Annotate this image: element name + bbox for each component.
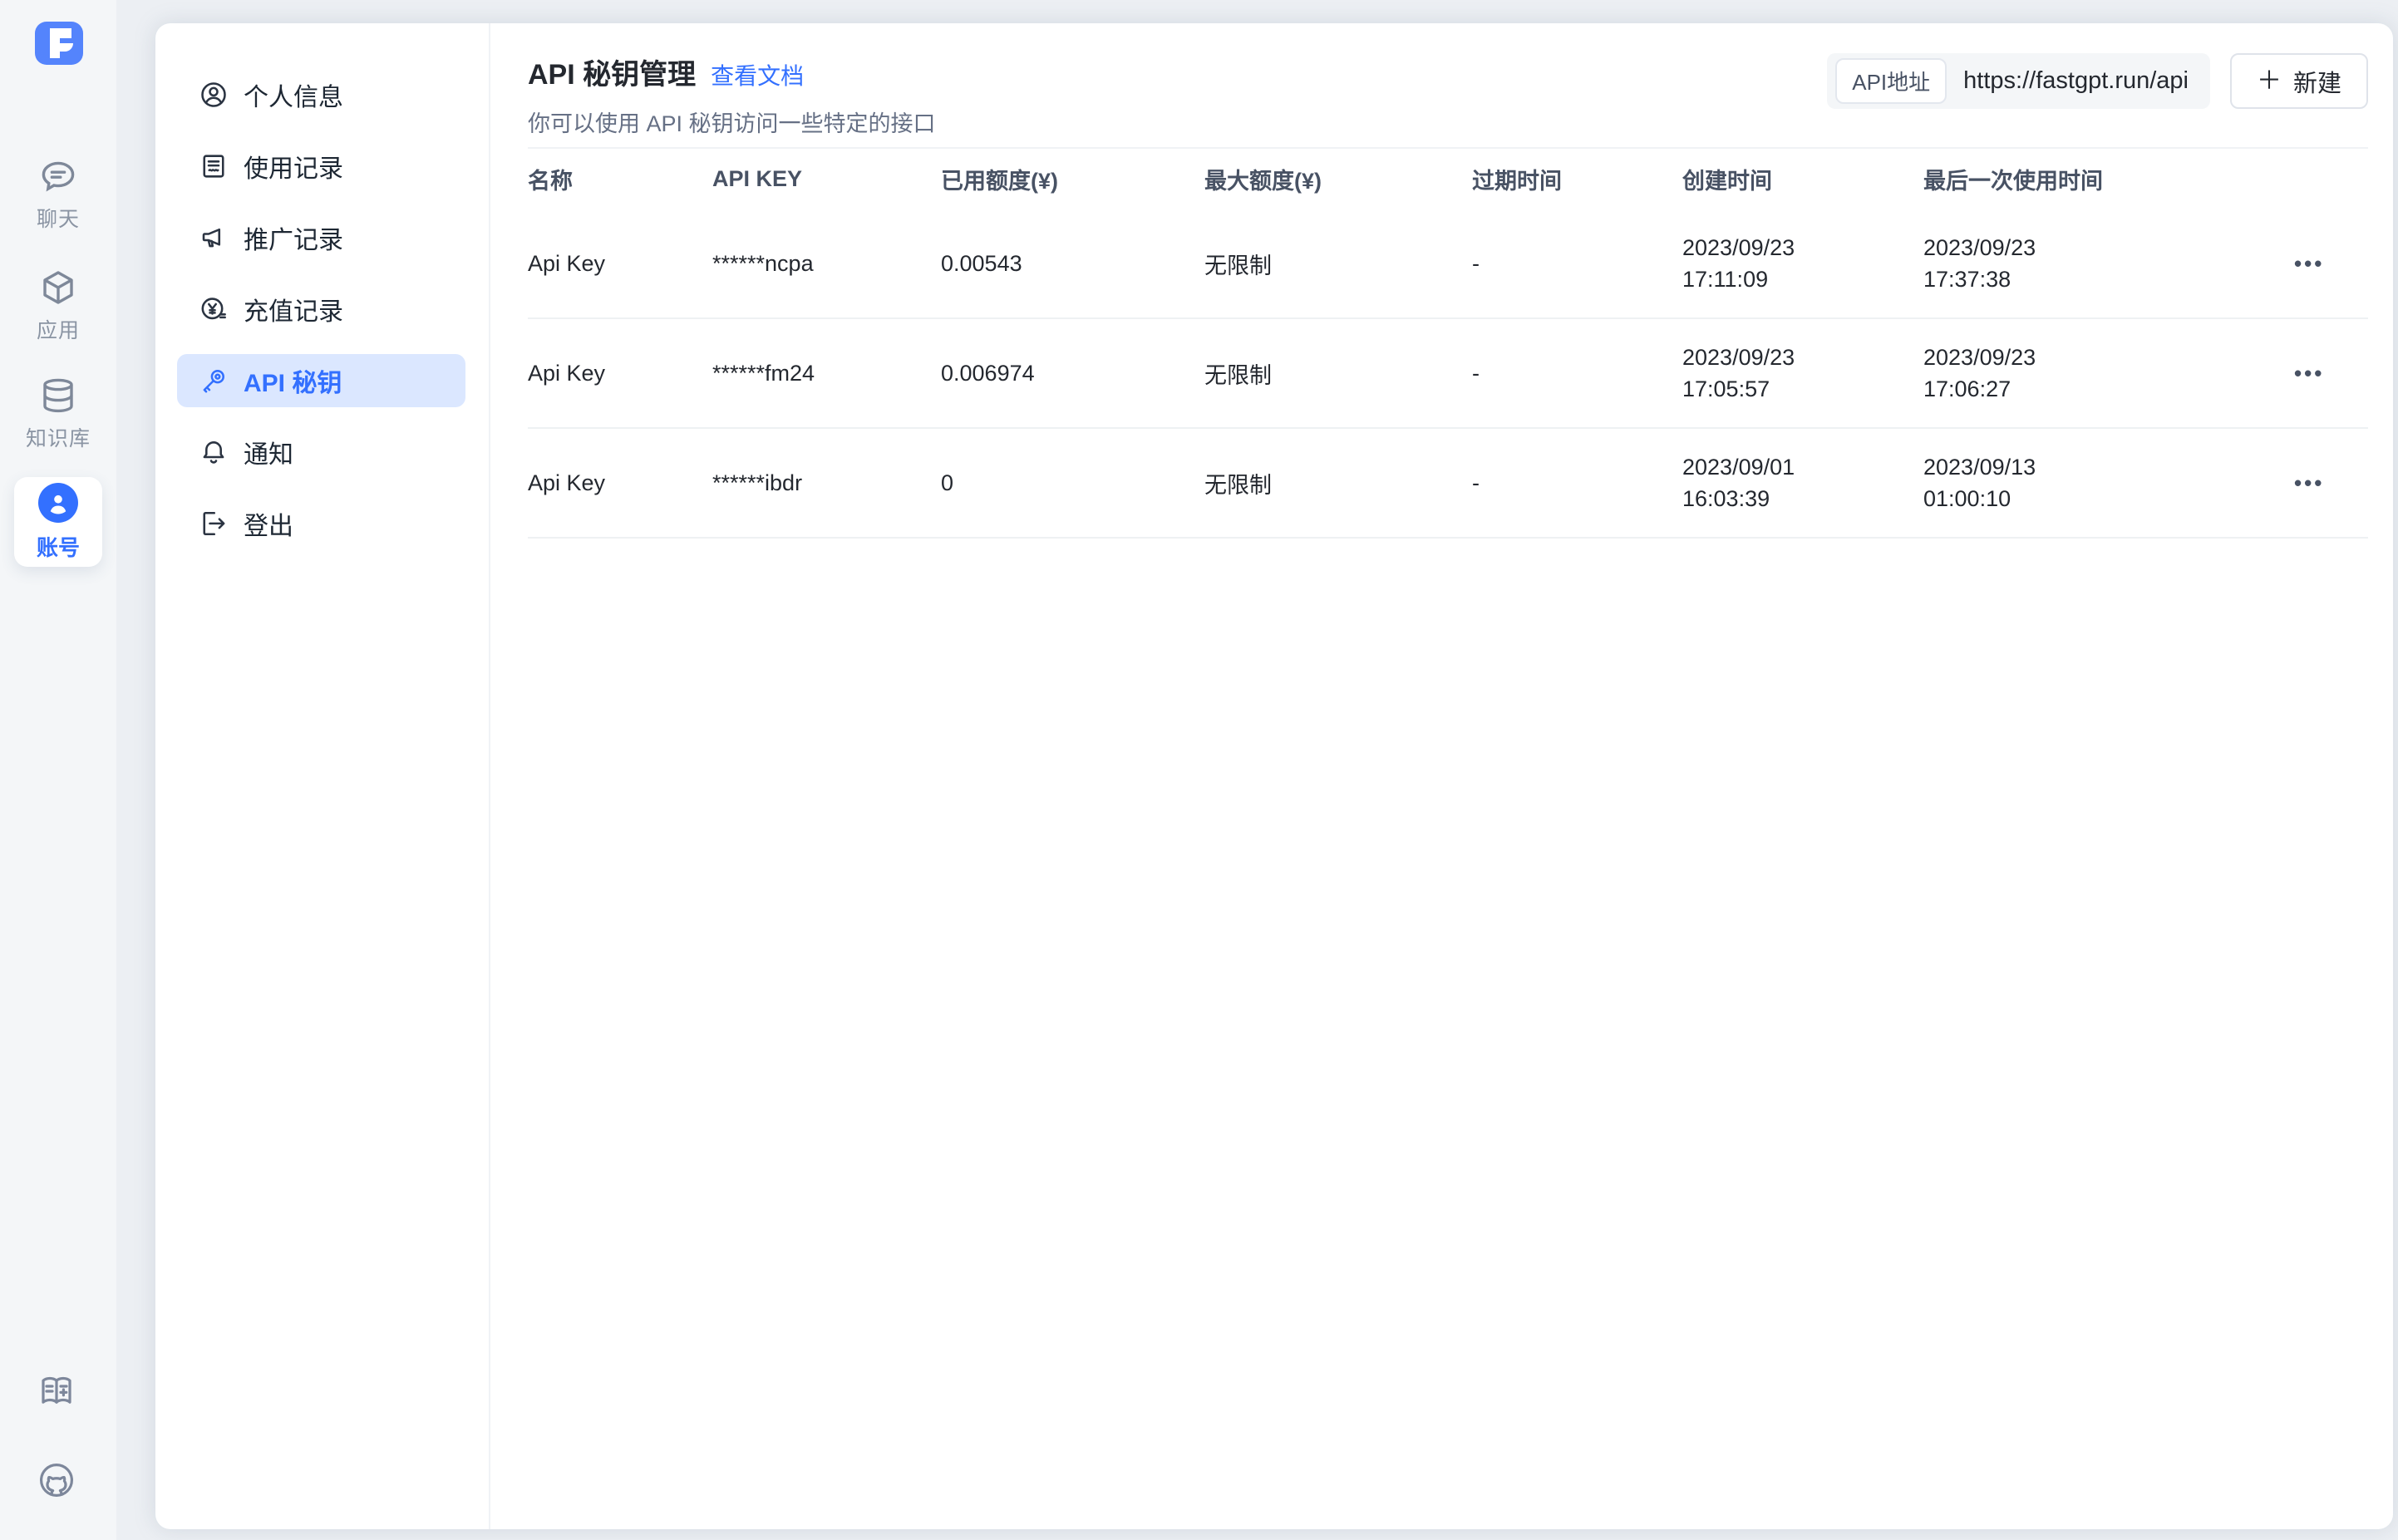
create-key-button[interactable]: ＋ 新建 bbox=[2230, 53, 2368, 109]
notification-bell-icon bbox=[199, 437, 229, 467]
col-last-used-time: 最后一次使用时间 bbox=[1923, 163, 2294, 195]
menu-item-label: 登出 bbox=[244, 505, 293, 542]
cell-name: Api Key bbox=[528, 361, 712, 386]
fastgpt-logo-icon[interactable] bbox=[35, 22, 83, 65]
account-user-icon bbox=[38, 483, 78, 523]
cell-used-quota: 0 bbox=[941, 470, 1204, 496]
cell-last-used-time: 2023/09/23 17:06:27 bbox=[1923, 342, 2294, 405]
rail-item-knowledge-base[interactable]: 知识库 bbox=[0, 376, 116, 452]
cell-last-used-time: 2023/09/23 17:37:38 bbox=[1923, 232, 2294, 295]
page-title: API 秘钥管理 bbox=[528, 52, 696, 92]
plus-icon: ＋ bbox=[2257, 69, 2282, 94]
col-name: 名称 bbox=[528, 163, 712, 195]
cell-api-key: ******ncpa bbox=[712, 251, 941, 277]
view-docs-link[interactable]: 查看文档 bbox=[711, 58, 804, 91]
apps-cube-icon bbox=[38, 268, 78, 308]
last-used-time: 17:06:27 bbox=[1923, 373, 2294, 405]
col-api-key: API KEY bbox=[712, 166, 941, 192]
api-key-icon bbox=[199, 366, 229, 396]
created-date: 2023/09/23 bbox=[1682, 342, 1923, 373]
cell-last-used-time: 2023/09/13 01:00:10 bbox=[1923, 451, 2294, 514]
last-used-date: 2023/09/23 bbox=[1923, 232, 2294, 263]
header-controls: API地址 https://fastgpt.run/api ＋ 新建 bbox=[1827, 53, 2368, 109]
cell-created-time: 2023/09/23 17:05:57 bbox=[1682, 342, 1923, 405]
page-header: API 秘钥管理 查看文档 你可以使用 API 秘钥访问一些特定的接口 API地… bbox=[528, 23, 2368, 149]
promotion-record-icon bbox=[199, 223, 229, 253]
menu-item-usage-records[interactable]: 使用记录 bbox=[177, 140, 465, 193]
created-date: 2023/09/23 bbox=[1682, 232, 1923, 263]
menu-item-notifications[interactable]: 通知 bbox=[177, 426, 465, 479]
recharge-record-icon bbox=[199, 294, 229, 324]
chat-bubble-icon bbox=[38, 156, 78, 196]
menu-item-personal-info[interactable]: 个人信息 bbox=[177, 68, 465, 121]
last-used-date: 2023/09/13 bbox=[1923, 451, 2294, 483]
title-block: API 秘钥管理 查看文档 你可以使用 API 秘钥访问一些特定的接口 bbox=[528, 52, 936, 138]
cell-max-quota: 无限制 bbox=[1204, 467, 1472, 499]
cell-expire-time: - bbox=[1472, 251, 1682, 277]
cell-expire-time: - bbox=[1472, 470, 1682, 496]
col-expire-time: 过期时间 bbox=[1472, 163, 1682, 195]
menu-item-label: 使用记录 bbox=[244, 148, 343, 185]
api-address-box: API地址 https://fastgpt.run/api bbox=[1827, 53, 2210, 109]
cell-api-key: ******ibdr bbox=[712, 470, 941, 496]
rail-item-label: 账号 bbox=[37, 531, 80, 562]
table-row: Api Key ******ncpa 0.00543 无限制 - 2023/09… bbox=[528, 209, 2368, 319]
cell-created-time: 2023/09/01 16:03:39 bbox=[1682, 451, 1923, 514]
page-subtitle: 你可以使用 API 秘钥访问一些特定的接口 bbox=[528, 106, 936, 138]
cell-expire-time: - bbox=[1472, 361, 1682, 386]
created-time: 17:11:09 bbox=[1682, 263, 1923, 295]
menu-item-label: 充值记录 bbox=[244, 291, 343, 327]
rail-item-apps[interactable]: 应用 bbox=[0, 268, 116, 344]
cell-used-quota: 0.006974 bbox=[941, 361, 1204, 386]
menu-item-label: 通知 bbox=[244, 434, 293, 470]
main-card: 个人信息 使用记录 推广记录 充值记录 bbox=[155, 23, 2393, 1529]
rail-item-label: 知识库 bbox=[26, 422, 91, 452]
last-used-time: 17:37:38 bbox=[1923, 263, 2294, 295]
col-max-quota: 最大额度(¥) bbox=[1204, 163, 1472, 195]
menu-item-api-keys[interactable]: API 秘钥 bbox=[177, 354, 465, 407]
api-address-value[interactable]: https://fastgpt.run/api bbox=[1963, 67, 2189, 95]
table-row: Api Key ******ibdr 0 无限制 - 2023/09/01 16… bbox=[528, 429, 2368, 539]
cell-name: Api Key bbox=[528, 470, 712, 496]
row-menu-button[interactable]: ••• bbox=[2294, 361, 2352, 386]
cell-max-quota: 无限制 bbox=[1204, 357, 1472, 390]
cell-used-quota: 0.00543 bbox=[941, 251, 1204, 277]
menu-item-recharge-records[interactable]: 充值记录 bbox=[177, 283, 465, 336]
table-row: Api Key ******fm24 0.006974 无限制 - 2023/0… bbox=[528, 319, 2368, 429]
cell-max-quota: 无限制 bbox=[1204, 248, 1472, 280]
last-used-date: 2023/09/23 bbox=[1923, 342, 2294, 373]
docs-book-icon[interactable] bbox=[37, 1371, 76, 1411]
created-time: 17:05:57 bbox=[1682, 373, 1923, 405]
rail-item-label: 聊天 bbox=[37, 203, 80, 233]
menu-item-promotion-records[interactable]: 推广记录 bbox=[177, 211, 465, 264]
row-menu-button[interactable]: ••• bbox=[2294, 251, 2352, 277]
api-address-label: API地址 bbox=[1835, 58, 1947, 104]
api-key-page: API 秘钥管理 查看文档 你可以使用 API 秘钥访问一些特定的接口 API地… bbox=[490, 23, 2393, 1529]
menu-item-label: API 秘钥 bbox=[244, 362, 342, 399]
cell-name: Api Key bbox=[528, 251, 712, 277]
rail-item-chat[interactable]: 聊天 bbox=[0, 156, 116, 233]
account-menu: 个人信息 使用记录 推广记录 充值记录 bbox=[155, 23, 490, 1529]
menu-item-label: 个人信息 bbox=[244, 76, 343, 113]
last-used-time: 01:00:10 bbox=[1923, 483, 2294, 514]
created-time: 16:03:39 bbox=[1682, 483, 1923, 514]
menu-item-logout[interactable]: 登出 bbox=[177, 497, 465, 550]
row-menu-button[interactable]: ••• bbox=[2294, 470, 2352, 496]
col-created-time: 创建时间 bbox=[1682, 163, 1923, 195]
github-icon[interactable] bbox=[37, 1460, 76, 1500]
col-used-quota: 已用额度(¥) bbox=[941, 163, 1204, 195]
cell-created-time: 2023/09/23 17:11:09 bbox=[1682, 232, 1923, 295]
table-header: 名称 API KEY 已用额度(¥) 最大额度(¥) 过期时间 创建时间 最后一… bbox=[528, 149, 2368, 209]
create-key-button-label: 新建 bbox=[2293, 64, 2341, 99]
created-date: 2023/09/01 bbox=[1682, 451, 1923, 483]
left-rail: 聊天 应用 知识库 账号 bbox=[0, 0, 116, 1540]
cell-api-key: ******fm24 bbox=[712, 361, 941, 386]
rail-item-account[interactable]: 账号 bbox=[14, 477, 102, 567]
logout-icon bbox=[199, 509, 229, 539]
knowledge-base-icon bbox=[38, 376, 78, 416]
usage-record-icon bbox=[199, 151, 229, 181]
menu-item-label: 推广记录 bbox=[244, 219, 343, 256]
user-circle-icon bbox=[199, 80, 229, 110]
rail-item-label: 应用 bbox=[37, 314, 80, 344]
